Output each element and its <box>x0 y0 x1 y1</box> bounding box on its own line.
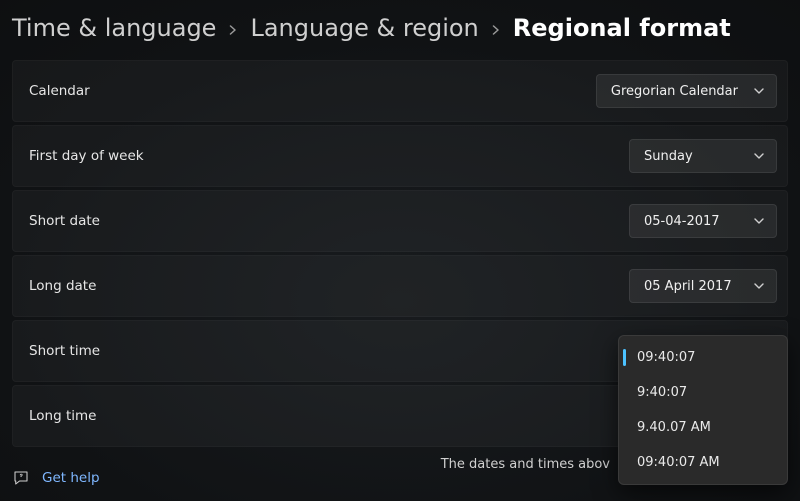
dropdown-value: Gregorian Calendar <box>611 84 738 99</box>
chevron-right-icon <box>491 21 501 35</box>
breadcrumb-item-time-language[interactable]: Time & language <box>12 14 216 42</box>
dropdown-value: 05-04-2017 <box>644 214 720 229</box>
flyout-option[interactable]: 9.40.07 AM <box>621 410 785 445</box>
flyout-option[interactable]: 09:40:07 AM <box>621 445 785 480</box>
row-label: Long time <box>29 408 96 424</box>
get-help-label: Get help <box>42 470 100 486</box>
chevron-down-icon <box>754 86 764 96</box>
row-label: Short time <box>29 343 100 359</box>
row-first-day: First day of week Sunday <box>12 125 788 187</box>
chevron-down-icon <box>754 151 764 161</box>
dropdown-value: Sunday <box>644 149 693 164</box>
dropdown-long-date[interactable]: 05 April 2017 <box>629 269 777 303</box>
row-long-date: Long date 05 April 2017 <box>12 255 788 317</box>
help-chat-icon <box>12 469 30 487</box>
row-label: First day of week <box>29 148 144 164</box>
breadcrumb-item-language-region[interactable]: Language & region <box>250 14 478 42</box>
breadcrumb: Time & language Language & region Region… <box>0 0 800 60</box>
chevron-down-icon <box>754 216 764 226</box>
row-label: Calendar <box>29 83 90 99</box>
flyout-option[interactable]: 09:40:07 <box>621 340 785 375</box>
row-label: Long date <box>29 278 96 294</box>
chevron-right-icon <box>228 21 238 35</box>
row-calendar: Calendar Gregorian Calendar <box>12 60 788 122</box>
flyout-option[interactable]: 9:40:07 <box>621 375 785 410</box>
time-format-flyout[interactable]: 09:40:07 9:40:07 9.40.07 AM 09:40:07 AM <box>618 335 788 485</box>
row-short-date: Short date 05-04-2017 <box>12 190 788 252</box>
chevron-down-icon <box>754 281 764 291</box>
get-help-link[interactable]: Get help <box>12 469 100 487</box>
breadcrumb-item-regional-format: Regional format <box>513 14 731 42</box>
dropdown-short-date[interactable]: 05-04-2017 <box>629 204 777 238</box>
dropdown-first-day[interactable]: Sunday <box>629 139 777 173</box>
dropdown-calendar[interactable]: Gregorian Calendar <box>596 74 777 108</box>
dropdown-value: 05 April 2017 <box>644 279 732 294</box>
row-label: Short date <box>29 213 100 229</box>
